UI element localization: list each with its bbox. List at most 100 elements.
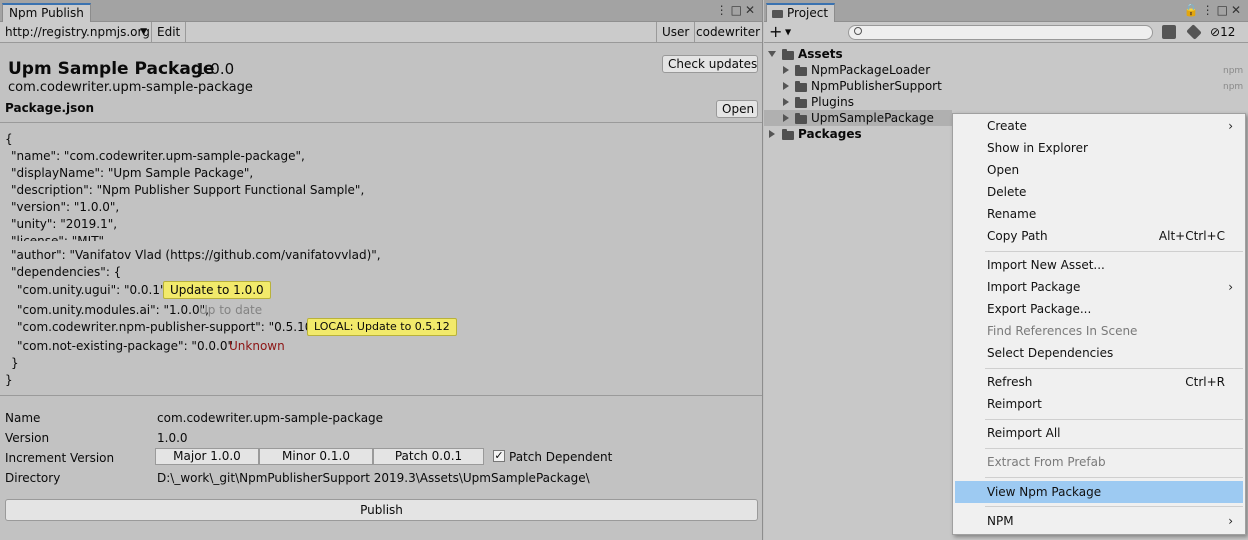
menu-item-delete[interactable]: Delete <box>955 181 1243 203</box>
menu-item-open[interactable]: Open <box>955 159 1243 181</box>
menu-item-reimport[interactable]: Reimport <box>955 393 1243 415</box>
menu-label: Import Package <box>987 280 1081 294</box>
tree-label: UpmSamplePackage <box>811 111 934 125</box>
more-options-icon[interactable]: ⋮ <box>1202 3 1217 17</box>
local-update-button[interactable]: LOCAL: Update to 0.5.12 <box>307 318 457 336</box>
menu-item-import-new-asset[interactable]: Import New Asset... <box>955 254 1243 276</box>
user-name[interactable]: codewriter <box>691 22 765 42</box>
minor-button[interactable]: Minor 0.1.0 <box>259 448 373 465</box>
directory-value: D:\_work\_git\NpmPublisherSupport 2019.3… <box>157 471 590 485</box>
npm-publish-window: Npm Publish ⋮□✕ http://registry.npmjs.or… <box>0 0 763 540</box>
lock-icon[interactable]: 🔒 <box>1184 3 1202 17</box>
registry-dropdown[interactable]: http://registry.npmjs.org ▼ <box>0 22 152 42</box>
collapse-arrow-icon <box>783 82 789 90</box>
folder-icon <box>795 97 807 108</box>
folder-icon <box>782 129 794 140</box>
maximize-icon[interactable]: □ <box>731 3 745 17</box>
dep-text: "com.not-existing-package": "0.0.0" <box>17 339 234 353</box>
tree-row-npm-publisher-support[interactable]: NpmPublisherSupport npm <box>764 78 1248 94</box>
dropdown-arrow-icon: ▼ <box>140 27 147 37</box>
check-updates-button[interactable]: Check updates <box>662 55 758 73</box>
tree-row-packages[interactable]: Packages <box>764 126 952 142</box>
patch-button[interactable]: Patch 0.0.1 <box>373 448 484 465</box>
menu-item-show-in-explorer[interactable]: Show in Explorer <box>955 137 1243 159</box>
tree-row-plugins[interactable]: Plugins <box>764 94 1248 110</box>
dep-text: "com.codewriter.npm-publisher-support": … <box>17 320 322 334</box>
menu-item-extract-from-prefab: Extract From Prefab <box>987 455 1106 469</box>
menu-item-reimport-all[interactable]: Reimport All <box>955 422 1243 444</box>
tree-label: NpmPublisherSupport <box>811 79 942 93</box>
update-button[interactable]: Update to 1.0.0 <box>163 281 271 299</box>
publish-button[interactable]: Publish <box>5 499 758 521</box>
menu-item-refresh[interactable]: Refresh Ctrl+R <box>955 371 1243 393</box>
search-input[interactable] <box>848 25 1153 40</box>
shortcut: Ctrl+R <box>1185 375 1225 389</box>
user-label: User <box>656 22 696 42</box>
menu-separator <box>985 448 1243 449</box>
registry-url: http://registry.npmjs.org <box>5 25 150 39</box>
menu-item-import-package[interactable]: Import Package › <box>955 276 1243 298</box>
npm-publish-tabbar: Npm Publish ⋮□✕ <box>0 0 762 22</box>
chevron-right-icon: › <box>1228 280 1233 294</box>
menu-separator <box>985 506 1243 507</box>
package-json-label: Package.json <box>5 101 95 115</box>
up-to-date-label: Up to date <box>199 303 263 317</box>
menu-item-select-dependencies[interactable]: Select Dependencies <box>955 342 1243 364</box>
window-actions: 🔒⋮□✕ <box>1184 3 1244 17</box>
menu-label: Refresh <box>987 375 1033 389</box>
menu-item-rename[interactable]: Rename <box>955 203 1243 225</box>
json-unity: "unity": "2019.1", <box>11 217 118 231</box>
search-icon <box>854 27 862 35</box>
package-version: 1.0.0 <box>196 60 235 78</box>
menu-separator <box>985 251 1243 252</box>
filter-by-type-icon[interactable] <box>1162 25 1176 39</box>
json-close-brace: } <box>5 373 13 387</box>
json-name: "name": "com.codewriter.upm-sample-packa… <box>11 149 305 163</box>
tab-project-label: Project <box>787 6 829 20</box>
json-description: "description": "Npm Publisher Support Fu… <box>11 183 365 197</box>
tree-row-upm-sample-package[interactable]: UpmSamplePackage <box>764 110 952 126</box>
version-value: 1.0.0 <box>157 431 188 445</box>
json-close-deps: } <box>11 356 19 370</box>
npm-tag: npm <box>1223 66 1244 76</box>
menu-separator <box>985 419 1243 420</box>
menu-item-copy-path[interactable]: Copy Path Alt+Ctrl+C <box>955 225 1243 247</box>
close-icon[interactable]: ✕ <box>1231 3 1244 17</box>
json-author: "author": "Vanifatov Vlad (https://githu… <box>11 248 381 262</box>
folder-icon <box>795 65 807 76</box>
open-button[interactable]: Open <box>716 100 758 118</box>
tree-row-assets[interactable]: Assets <box>764 46 1248 62</box>
folder-icon <box>795 113 807 124</box>
tree-label: Assets <box>798 47 843 61</box>
eye-slash-icon: ⊘ <box>1210 25 1221 39</box>
hidden-packages-toggle[interactable]: ⊘12 <box>1210 25 1235 39</box>
filter-by-label-icon[interactable] <box>1186 24 1202 40</box>
maximize-icon[interactable]: □ <box>1217 3 1231 17</box>
menu-item-view-npm-package[interactable]: View Npm Package <box>955 481 1243 503</box>
tab-npm-publish[interactable]: Npm Publish <box>2 3 91 22</box>
package-id: com.codewriter.upm-sample-package <box>8 80 253 95</box>
patch-dependent-checkbox[interactable]: ✓ <box>493 450 505 462</box>
chevron-right-icon: › <box>1228 119 1233 133</box>
menu-item-export-package[interactable]: Export Package... <box>955 298 1243 320</box>
close-icon[interactable]: ✕ <box>745 3 758 17</box>
tree-row-npm-package-loader[interactable]: NpmPackageLoader npm <box>764 62 1248 78</box>
menu-item-create[interactable]: Create › <box>955 115 1243 137</box>
checkmark-icon: ✓ <box>494 449 504 462</box>
collapse-arrow-icon <box>783 66 789 74</box>
folder-icon <box>795 81 807 92</box>
create-dropdown[interactable]: + ▼ <box>769 23 791 42</box>
more-options-icon[interactable]: ⋮ <box>716 3 731 17</box>
edit-button[interactable]: Edit <box>152 22 187 42</box>
menu-item-npm[interactable]: NPM › <box>955 510 1243 532</box>
major-button[interactable]: Major 1.0.0 <box>155 448 259 465</box>
patch-dependent-label: Patch Dependent <box>509 450 613 464</box>
dropdown-arrow-icon: ▼ <box>782 27 792 37</box>
json-dependencies: "dependencies": { <box>11 265 122 279</box>
project-toolbar: + ▼ ⊘12 <box>764 22 1248 43</box>
tab-project[interactable]: Project <box>766 3 836 22</box>
dep-text: "com.unity.ugui": "0.0.1", <box>17 283 170 297</box>
collapse-arrow-icon <box>783 114 789 122</box>
collapse-arrow-icon <box>783 98 789 106</box>
directory-label: Directory <box>5 471 61 485</box>
